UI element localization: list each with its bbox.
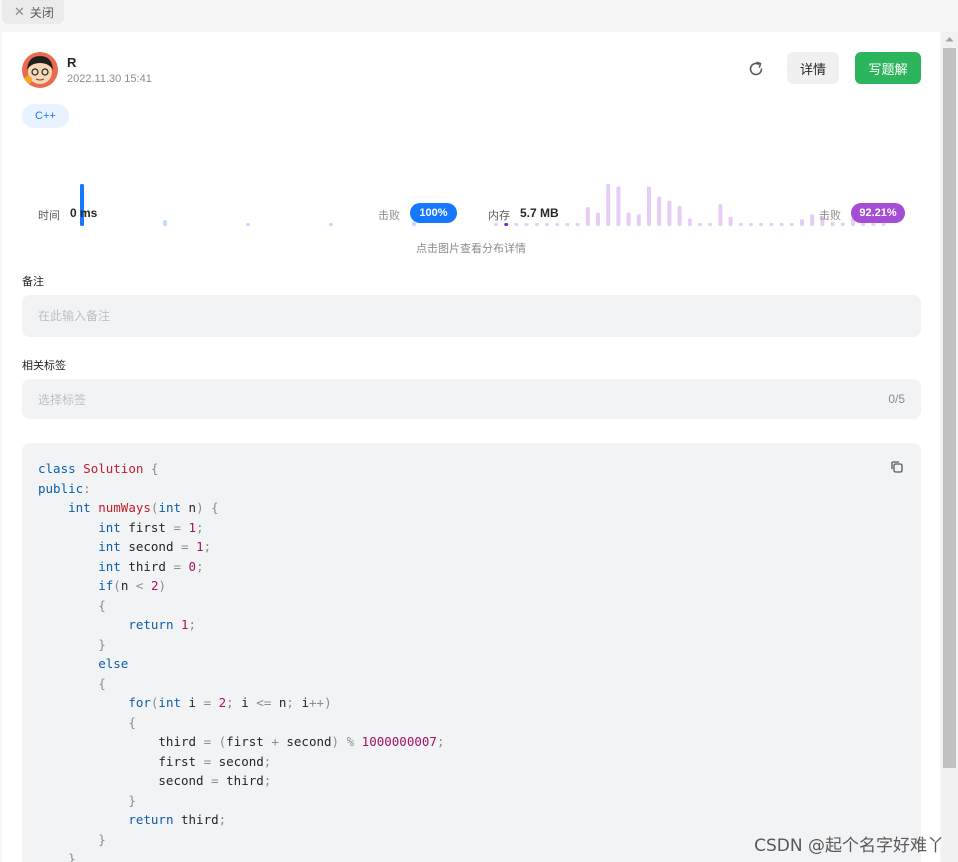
write-solution-button[interactable]: 写题解 (855, 52, 921, 84)
memory-chart-bar (840, 222, 845, 226)
memory-chart-bar (636, 214, 641, 226)
memory-chart-bar (708, 223, 713, 226)
refresh-icon[interactable] (746, 59, 766, 79)
distribution-charts-svg (80, 184, 886, 226)
close-label: 关闭 (29, 5, 54, 20)
tags-placeholder: 选择标签 (38, 392, 87, 407)
memory-chart-bar (494, 223, 498, 226)
memory-chart-bar (575, 223, 580, 226)
memory-chart-bar (647, 186, 651, 226)
notes-label: 备注 (22, 275, 44, 288)
memory-chart-bar (545, 223, 549, 226)
submission-panel: R 2022.11.30 15:41 详情 写题解 C++ 时间 0 ms 击败… (2, 32, 940, 862)
time-value: 0 ms (70, 206, 98, 220)
source-code: class Solution { public: int numWays(int… (38, 461, 445, 862)
tags-select[interactable]: 选择标签 0/5 (22, 379, 921, 419)
watermark: CSDN @起个名字好难丫 (754, 836, 944, 856)
memory-chart-bar (810, 214, 815, 226)
runtime-chart-bar (246, 223, 250, 226)
memory-chart-bar (524, 223, 529, 226)
close-icon: ✕ (14, 4, 25, 20)
memory-chart-bar (596, 212, 600, 226)
scrollbar[interactable] (941, 32, 958, 862)
tags-label: 相关标签 (22, 359, 66, 372)
memory-chart-bar (779, 223, 784, 226)
scroll-up-arrow-icon[interactable] (941, 32, 958, 46)
detail-button[interactable]: 详情 (787, 52, 839, 84)
memory-chart-bar (504, 223, 509, 226)
memory-chart-bar (657, 196, 662, 226)
submission-time: 2022.11.30 15:41 (67, 73, 152, 85)
close-tab[interactable]: ✕ 关闭 (2, 0, 64, 24)
memory-chart-bar (534, 223, 539, 226)
runtime-chart (80, 184, 416, 226)
runtime-chart-bar (329, 223, 333, 226)
runtime-chart-bar (412, 222, 416, 226)
copy-icon[interactable] (889, 459, 905, 475)
submission-header: R 2022.11.30 15:41 详情 写题解 (22, 52, 922, 88)
memory-chart-bar (626, 212, 631, 226)
distribution-charts[interactable]: 时间 0 ms 击败 100% 内存 5.7 MB 击败 92.21% (22, 142, 922, 237)
memory-chart-bar (677, 205, 682, 226)
tags-count: 0/5 (888, 392, 905, 406)
memory-value: 5.7 MB (520, 206, 559, 220)
memory-chart-bar (800, 219, 804, 226)
memory-chart-bar (606, 184, 611, 226)
time-label: 时间 (38, 209, 60, 222)
memory-chart-bar (565, 223, 570, 226)
scrollbar-thumb[interactable] (943, 48, 956, 768)
language-tag: C++ (22, 104, 69, 128)
memory-chart-bar (616, 186, 621, 226)
memory-chart-bar (585, 207, 590, 226)
user-name: R (67, 55, 77, 70)
memory-chart-bar (881, 223, 886, 226)
time-beat-badge: 100% (410, 203, 457, 223)
memory-beat-badge: 92.21% (851, 203, 905, 223)
memory-chart-bar (514, 223, 519, 226)
code-block: class Solution { public: int numWays(int… (22, 443, 921, 862)
memory-chart-bar (738, 223, 743, 226)
top-bar: ✕ 关闭 (0, 0, 958, 32)
memory-beat-label: 击败 (819, 209, 841, 222)
avatar[interactable] (22, 52, 58, 88)
memory-chart-bar (687, 218, 692, 226)
memory-label: 内存 (488, 209, 510, 222)
notes-input[interactable] (22, 295, 921, 337)
time-beat-label: 击败 (378, 209, 400, 222)
runtime-chart-bar (163, 220, 167, 226)
memory-chart-bar (759, 223, 764, 226)
memory-chart-bar (749, 223, 753, 226)
memory-chart-bar (728, 216, 733, 226)
memory-chart-bar (718, 204, 723, 226)
memory-chart-bar (698, 223, 702, 226)
memory-chart-bar (789, 223, 794, 226)
memory-chart-bar (667, 200, 672, 226)
memory-chart-bar (555, 223, 560, 226)
memory-chart-bar (769, 223, 774, 226)
chart-hint: 点击图片查看分布详情 (416, 242, 526, 255)
